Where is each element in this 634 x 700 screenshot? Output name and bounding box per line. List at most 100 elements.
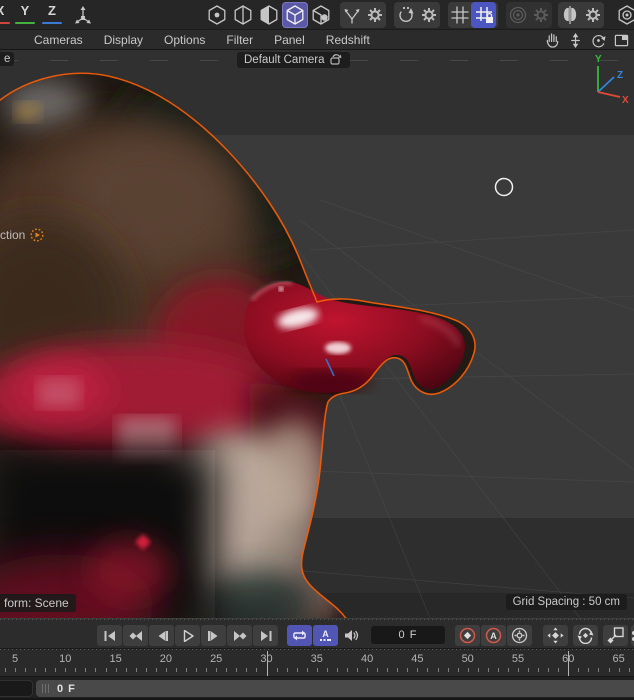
play-button[interactable]	[175, 625, 200, 646]
selection-play-icon[interactable]	[30, 228, 44, 242]
go-to-start-button[interactable]	[97, 625, 122, 646]
next-key-button[interactable]	[227, 625, 252, 646]
grid-lock-button[interactable]	[471, 2, 496, 28]
record-rotation-button[interactable]	[573, 625, 598, 646]
ruler-frame-tick	[538, 668, 540, 672]
rotation-snap-button[interactable]	[394, 2, 417, 28]
symmetry-button[interactable]	[558, 2, 581, 28]
rotation-snap-settings-button[interactable]	[417, 2, 440, 28]
menu-display[interactable]: Display	[104, 33, 143, 47]
grid-icon	[450, 6, 469, 24]
range-grip-handle[interactable]	[42, 684, 49, 693]
transform-hud: form: Scene	[0, 594, 76, 612]
cube-sphere-icon	[312, 5, 330, 25]
camera-label[interactable]: Default Camera	[237, 52, 350, 68]
ruler-frame-tick	[246, 668, 248, 672]
ruler-frame-tick	[125, 668, 127, 672]
move-axes-tool-button[interactable]	[70, 2, 96, 28]
svg-text:A: A	[490, 631, 497, 641]
ruler-frame-tick	[276, 668, 278, 672]
ruler-frame-tick	[115, 668, 117, 672]
menu-filter[interactable]: Filter	[226, 33, 253, 47]
viewmode-halfshade-button[interactable]	[256, 2, 282, 28]
coordinate-settings-button[interactable]	[363, 2, 386, 28]
next-frame-button[interactable]	[201, 625, 226, 646]
ruler-frame-tick	[85, 668, 87, 672]
ruler-frame-label: 10	[59, 653, 72, 665]
target-settings-button[interactable]	[529, 2, 552, 28]
viewmode-isoline-button[interactable]	[230, 2, 256, 28]
ruler-frame-tick	[226, 668, 228, 672]
grid-snap-button[interactable]	[448, 2, 471, 28]
ruler-frame-label: 5	[11, 653, 19, 665]
go-to-end-button[interactable]	[253, 625, 278, 646]
hexagon-target-button[interactable]	[614, 2, 634, 28]
ruler-frame-tick	[105, 668, 107, 672]
camera-label-text: Default Camera	[244, 54, 325, 66]
ruler-frame-label: 65	[612, 653, 625, 665]
ruler-frame-tick	[497, 668, 499, 672]
axis-lock-x-button[interactable]: X	[0, 3, 12, 27]
viewport-menubar: Cameras Display Options Filter Panel Red…	[0, 30, 634, 50]
ruler-frame-tick	[447, 668, 449, 672]
viewmode-dot-button[interactable]	[204, 2, 230, 28]
range-start-field[interactable]	[0, 680, 33, 697]
timeline-ruler[interactable]: 5 10 15 20 25 30 35 40 45 50 55 60 65	[0, 648, 634, 676]
viewport-render	[0, 50, 634, 618]
viewmode-cube-sphere-button[interactable]	[308, 2, 334, 28]
butterfly-symmetry-icon	[563, 6, 576, 24]
axis-gizmo[interactable]: Y Z X	[574, 52, 632, 110]
previous-frame-button[interactable]	[149, 625, 174, 646]
gear-icon	[533, 8, 548, 22]
sound-button[interactable]	[339, 625, 364, 646]
current-frame-field[interactable]: 0 F	[371, 626, 445, 644]
ruler-frame-tick	[196, 668, 198, 672]
hexagon-target-icon	[618, 5, 634, 25]
symmetry-settings-button[interactable]	[581, 2, 604, 28]
keyframe-settings-button[interactable]	[507, 625, 532, 646]
menu-panel[interactable]: Panel	[274, 33, 305, 47]
move-axes-icon	[75, 6, 91, 24]
viewport-3d[interactable]: Default Camera e ction form: Scene Grid …	[0, 50, 634, 618]
ruler-frame-tick	[417, 668, 419, 672]
axes-arrows-button[interactable]	[340, 2, 363, 28]
concentric-target-button[interactable]	[506, 2, 529, 28]
previous-key-button[interactable]	[123, 625, 148, 646]
ruler-frame-tick	[306, 668, 308, 672]
orbit-button[interactable]	[590, 32, 607, 49]
menu-cameras[interactable]: Cameras	[34, 33, 83, 47]
dolly-button[interactable]	[567, 32, 584, 49]
ruler-frame-label: 35	[310, 653, 323, 665]
record-position-button[interactable]	[543, 625, 568, 646]
ruler-frame-tick	[427, 668, 429, 672]
record-scale-button[interactable]	[603, 625, 628, 646]
ruler-frame-tick	[608, 668, 610, 672]
ruler-frame-tick	[507, 668, 509, 672]
record-keyframe-button[interactable]	[455, 625, 480, 646]
ruler-frame-tick	[377, 668, 379, 672]
menu-redshift[interactable]: Redshift	[326, 33, 370, 47]
hexagon-isoline-icon	[234, 5, 252, 25]
axis-x-underline	[0, 22, 10, 24]
pan-hand-button[interactable]	[544, 32, 561, 49]
ruler-frame-tick	[336, 668, 338, 672]
ruler-frame-tick	[518, 668, 519, 672]
ruler-frame-tick	[397, 668, 399, 672]
ruler-frame-label: 50	[461, 653, 474, 665]
loop-mode-button[interactable]	[287, 625, 312, 646]
ruler-frame-tick	[256, 668, 258, 672]
ruler-frame-label: 20	[159, 653, 173, 665]
viewmode-shaded-cube-button[interactable]	[282, 2, 308, 28]
ruler-frame-tick	[548, 668, 550, 672]
dolly-arrows-icon	[571, 32, 580, 48]
axis-lock-y-button[interactable]: Y	[13, 3, 37, 27]
autokeying-button[interactable]: A	[481, 625, 506, 646]
axis-lock-z-button[interactable]: Z	[40, 3, 64, 27]
ruler-frame-tick	[206, 668, 208, 672]
axis-lock-z-label: Z	[48, 3, 56, 18]
maximize-view-button[interactable]	[613, 32, 630, 49]
autokey-range-button[interactable]: A	[313, 625, 338, 646]
timeline-range-slider[interactable]: 0 F	[36, 680, 634, 697]
menu-options[interactable]: Options	[164, 33, 205, 47]
ruler-frame-tick	[216, 668, 218, 672]
